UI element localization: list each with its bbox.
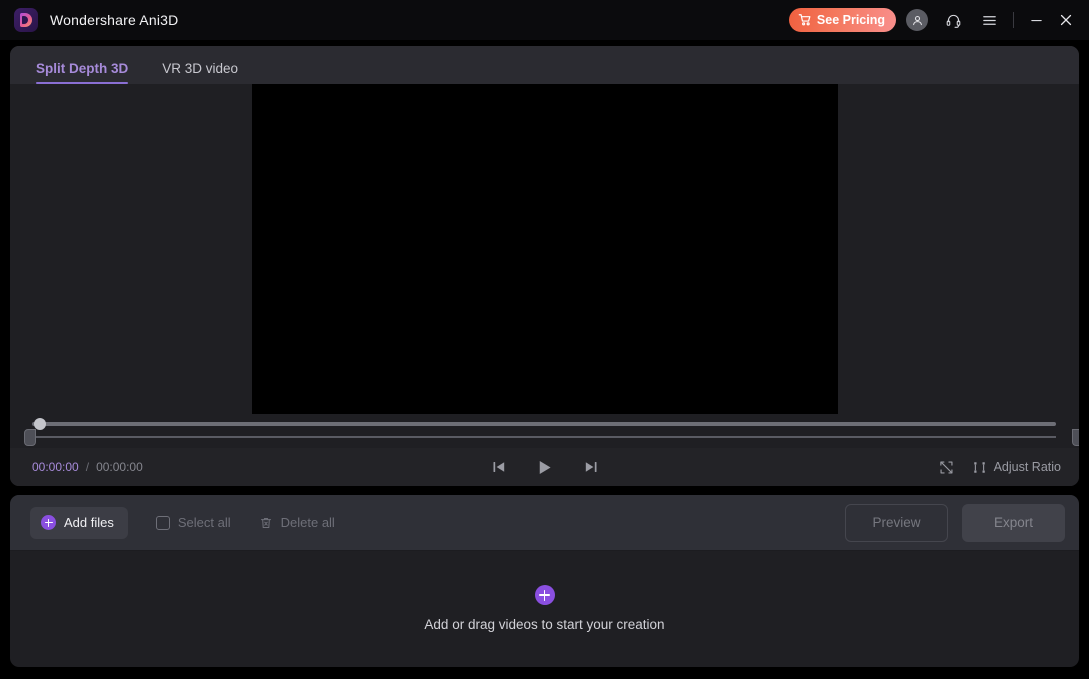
select-all-label: Select all <box>177 515 231 530</box>
see-pricing-button[interactable]: See Pricing <box>788 8 896 32</box>
adjust-ratio-button[interactable]: Adjust Ratio <box>972 460 1061 475</box>
drop-zone[interactable]: Add or drag videos to start your creatio… <box>10 551 1079 666</box>
trash-icon <box>259 516 273 530</box>
total-time: 00:00:00 <box>96 460 143 474</box>
adjust-ratio-label: Adjust Ratio <box>993 460 1061 474</box>
player-controls: 00:00:00 / 00:00:00 Adjust Ratio <box>10 448 1079 486</box>
trim-track[interactable] <box>32 436 1056 438</box>
app-window: Wondershare Ani3D See Pricing Split Dept… <box>0 0 1089 679</box>
export-button[interactable]: Export <box>962 503 1065 542</box>
fullscreen-button[interactable] <box>939 460 954 475</box>
close-icon <box>1058 12 1074 28</box>
play-button[interactable] <box>530 454 560 480</box>
editor-panel: Split Depth 3D VR 3D video 00:00:00 / 00… <box>10 46 1079 486</box>
trim-end-handle[interactable] <box>1072 429 1079 446</box>
transport-controls <box>484 454 606 480</box>
user-avatar-icon <box>906 9 928 31</box>
player-tools: Adjust Ratio <box>939 460 1061 475</box>
delete-all-label: Delete all <box>280 515 335 530</box>
preview-area <box>10 84 1079 414</box>
hamburger-menu-icon <box>981 12 998 29</box>
support-button[interactable] <box>938 5 968 35</box>
title-bar: Wondershare Ani3D See Pricing <box>0 0 1089 40</box>
tab-split-depth-3d[interactable]: Split Depth 3D <box>36 61 129 84</box>
time-separator: / <box>85 460 90 474</box>
titlebar-actions: See Pricing <box>788 0 1089 40</box>
file-toolbar: Add files Select all Delete all Preview … <box>10 495 1079 551</box>
adjust-ratio-icon <box>972 460 987 475</box>
current-time: 00:00:00 <box>32 460 79 474</box>
mode-tabs: Split Depth 3D VR 3D video <box>10 46 1079 84</box>
plus-circle-icon <box>41 515 56 530</box>
close-button[interactable] <box>1051 5 1081 35</box>
preview-button[interactable]: Preview <box>845 503 948 542</box>
time-display: 00:00:00 / 00:00:00 <box>32 460 143 474</box>
checkbox-icon <box>155 515 170 530</box>
previous-frame-icon <box>491 459 507 475</box>
next-frame-icon <box>583 459 599 475</box>
file-panel: Add files Select all Delete all Preview … <box>10 495 1079 667</box>
play-icon <box>535 458 554 477</box>
timeline <box>10 414 1079 448</box>
see-pricing-label: See Pricing <box>816 13 885 27</box>
minimize-button[interactable] <box>1021 5 1051 35</box>
select-all-button[interactable]: Select all <box>155 515 231 530</box>
trim-start-handle[interactable] <box>24 429 36 446</box>
menu-button[interactable] <box>974 5 1004 35</box>
headset-icon <box>945 12 962 29</box>
app-title: Wondershare Ani3D <box>50 12 179 28</box>
titlebar-divider <box>1013 12 1014 28</box>
minimize-icon <box>1029 13 1044 28</box>
tab-vr-3d-video[interactable]: VR 3D video <box>162 61 238 84</box>
drop-zone-hint: Add or drag videos to start your creatio… <box>424 617 665 632</box>
add-files-label: Add files <box>64 515 114 530</box>
next-frame-button[interactable] <box>576 454 606 480</box>
fullscreen-icon <box>939 460 954 475</box>
add-media-plus-icon[interactable] <box>534 585 555 605</box>
add-files-button[interactable]: Add files <box>30 506 128 539</box>
ani3d-logo-icon <box>14 8 38 32</box>
delete-all-button[interactable]: Delete all <box>259 515 335 530</box>
progress-track[interactable] <box>32 422 1056 426</box>
video-canvas[interactable] <box>252 84 838 414</box>
shopping-cart-icon <box>798 13 812 27</box>
account-button[interactable] <box>902 5 932 35</box>
previous-frame-button[interactable] <box>484 454 514 480</box>
